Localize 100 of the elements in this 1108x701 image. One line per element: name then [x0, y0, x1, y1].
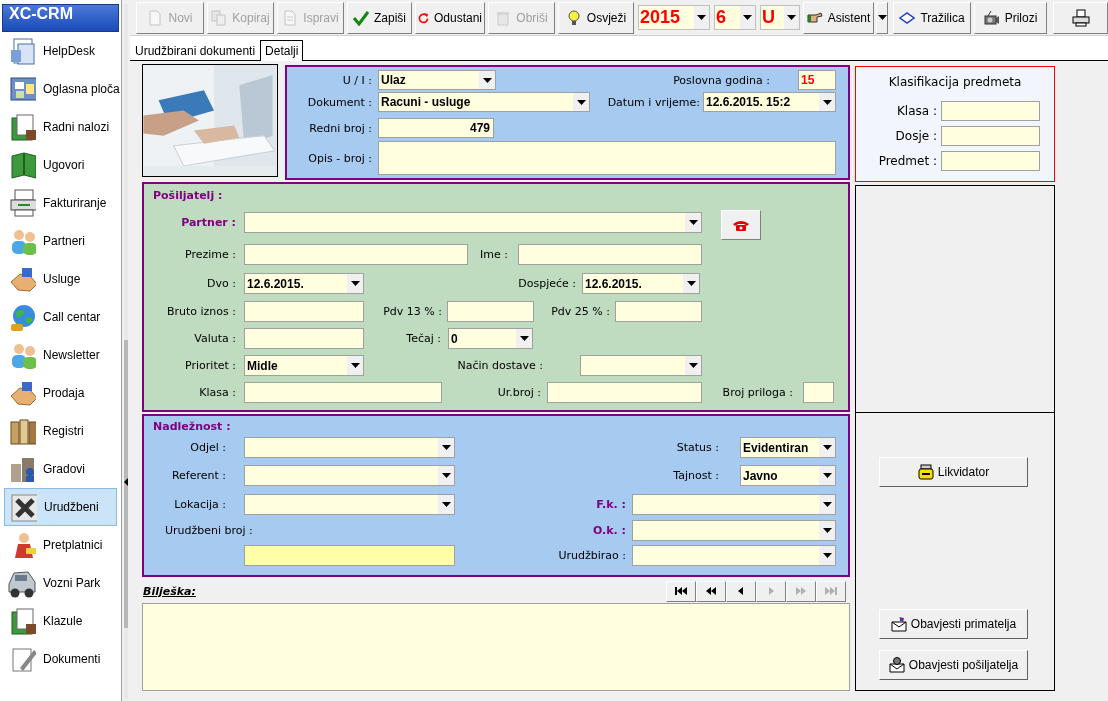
- page-icon: [147, 9, 164, 26]
- sidebar-item[interactable]: Usluge: [0, 260, 122, 298]
- field-label: Način dostave :: [456, 359, 544, 372]
- caret-icon: [688, 363, 698, 368]
- dropdown[interactable]: [632, 545, 836, 566]
- dropdown[interactable]: [244, 437, 455, 458]
- input-field[interactable]: [518, 244, 702, 265]
- sidebar-item[interactable]: Fakturiranje: [0, 184, 122, 222]
- text-area[interactable]: [378, 141, 836, 175]
- dropdown[interactable]: [244, 212, 702, 233]
- field-label: Opis - broj :: [307, 151, 373, 165]
- input-field[interactable]: 479: [378, 118, 494, 138]
- sidebar-item[interactable]: Vozni Park: [0, 564, 122, 602]
- toolbar-button[interactable]: Tražilica: [893, 1, 971, 34]
- field-label: Valuta :: [193, 332, 237, 345]
- field-label: Ime :: [479, 248, 509, 261]
- print-button[interactable]: [1053, 1, 1108, 34]
- caret-icon: [822, 99, 832, 105]
- field-label: Tajnost :: [672, 469, 720, 482]
- action-button[interactable]: Obavjesti primatelja: [879, 609, 1028, 639]
- field-label: Urudžbeni broj :: [164, 524, 254, 537]
- sidebar-item[interactable]: Oglasna ploča: [0, 70, 122, 108]
- sidebar-item[interactable]: Urudžbeni: [4, 488, 118, 526]
- scrollbar[interactable]: [124, 4, 129, 699]
- field-label: Referent :: [170, 469, 227, 482]
- dropdown[interactable]: [632, 520, 836, 541]
- navigation-button[interactable]: [726, 580, 756, 602]
- dropdown[interactable]: [580, 355, 702, 376]
- sidebar-item[interactable]: Klazule: [0, 602, 122, 640]
- dropdown[interactable]: Ulaz: [378, 70, 496, 90]
- dropdown[interactable]: 2015: [638, 5, 710, 30]
- toolbar-button[interactable]: Zapiši: [347, 1, 412, 34]
- field-label: Urudžbirao :: [557, 549, 627, 562]
- field-label: Lokacija :: [173, 498, 227, 511]
- dropdown[interactable]: 6: [714, 5, 756, 30]
- collapse-arrow-icon: [123, 477, 130, 487]
- toolbar-button[interactable]: Osvježi: [558, 1, 634, 34]
- field-label: Dvo :: [206, 277, 237, 290]
- app-title: XC-CRM: [2, 4, 120, 32]
- navigation-button[interactable]: [666, 580, 696, 602]
- input-field[interactable]: [941, 151, 1040, 171]
- field-label: Prezime :: [184, 248, 237, 261]
- jar-icon: [917, 464, 934, 480]
- sidebar-item[interactable]: HelpDesk: [0, 32, 122, 70]
- input-field[interactable]: [803, 382, 834, 403]
- dropdown[interactable]: 12.6.2015. 15:2: [703, 92, 836, 112]
- caret-icon: [743, 15, 752, 20]
- sidebar-item[interactable]: Registri: [0, 412, 122, 450]
- input-field[interactable]: [447, 301, 534, 322]
- dropdown[interactable]: [632, 494, 836, 515]
- dropdown[interactable]: 0: [448, 328, 533, 349]
- dropdown[interactable]: Javno: [740, 465, 836, 486]
- notes-field[interactable]: [142, 603, 850, 691]
- sidebar-item[interactable]: Prodaja: [0, 374, 122, 412]
- phone-button[interactable]: [721, 210, 761, 240]
- field-label: Status :: [675, 441, 720, 454]
- toolbar-button[interactable]: Odustani: [415, 1, 485, 34]
- page-icon: [282, 9, 299, 26]
- dropdown[interactable]: Evidentiran: [740, 437, 836, 458]
- sidebar-item[interactable]: Dokumenti: [0, 640, 122, 678]
- sidebar-item[interactable]: Ugovori: [0, 146, 122, 184]
- action-button[interactable]: Likvidator: [879, 457, 1028, 487]
- car-icon: [8, 568, 36, 598]
- x-icon: [9, 492, 37, 522]
- input-field[interactable]: [941, 101, 1040, 121]
- sidebar-item[interactable]: Partneri: [0, 222, 122, 260]
- dropdown[interactable]: 12.6.2015.: [582, 273, 700, 294]
- dropdown[interactable]: U: [760, 5, 800, 30]
- toolbar-button[interactable]: Asistent: [803, 1, 874, 34]
- dropdown[interactable]: Racuni - usluge: [378, 92, 590, 112]
- input-field[interactable]: [615, 301, 702, 322]
- navigation-button[interactable]: [696, 580, 726, 602]
- dropdown[interactable]: 12.6.2015.: [244, 273, 364, 294]
- field-label: Ur.broj :: [496, 386, 542, 399]
- input-field[interactable]: [244, 244, 468, 265]
- action-button[interactable]: Obavjesti pošiljatelja: [879, 650, 1028, 680]
- caret-icon: [688, 220, 698, 225]
- tab[interactable]: Detalji: [260, 40, 304, 61]
- dropdown[interactable]: Midle: [244, 355, 364, 376]
- dropdown-button[interactable]: [876, 1, 888, 34]
- sidebar-item[interactable]: Radni nalozi: [0, 108, 122, 146]
- input-field[interactable]: [244, 328, 364, 349]
- toolbar-button[interactable]: Prilozi: [974, 1, 1047, 34]
- sidebar-item[interactable]: Call centar: [0, 298, 122, 336]
- input-field[interactable]: [547, 382, 702, 403]
- sidebar-item[interactable]: Gradovi: [0, 450, 122, 488]
- input-field[interactable]: [244, 545, 455, 566]
- caret-icon: [822, 553, 832, 558]
- dropdown[interactable]: [244, 465, 455, 486]
- sidebar-item[interactable]: Pretplatnici: [0, 526, 122, 564]
- dropdown[interactable]: [244, 494, 455, 515]
- input-field[interactable]: 15: [798, 70, 836, 90]
- sidebar-item[interactable]: Newsletter: [0, 336, 122, 374]
- field-label: Tečaj :: [405, 332, 442, 345]
- caret-icon: [686, 281, 696, 286]
- caret-icon: [697, 15, 706, 20]
- input-field[interactable]: [244, 301, 364, 322]
- input-field[interactable]: [941, 126, 1040, 146]
- folder-icon: [8, 606, 36, 636]
- input-field[interactable]: [244, 382, 442, 403]
